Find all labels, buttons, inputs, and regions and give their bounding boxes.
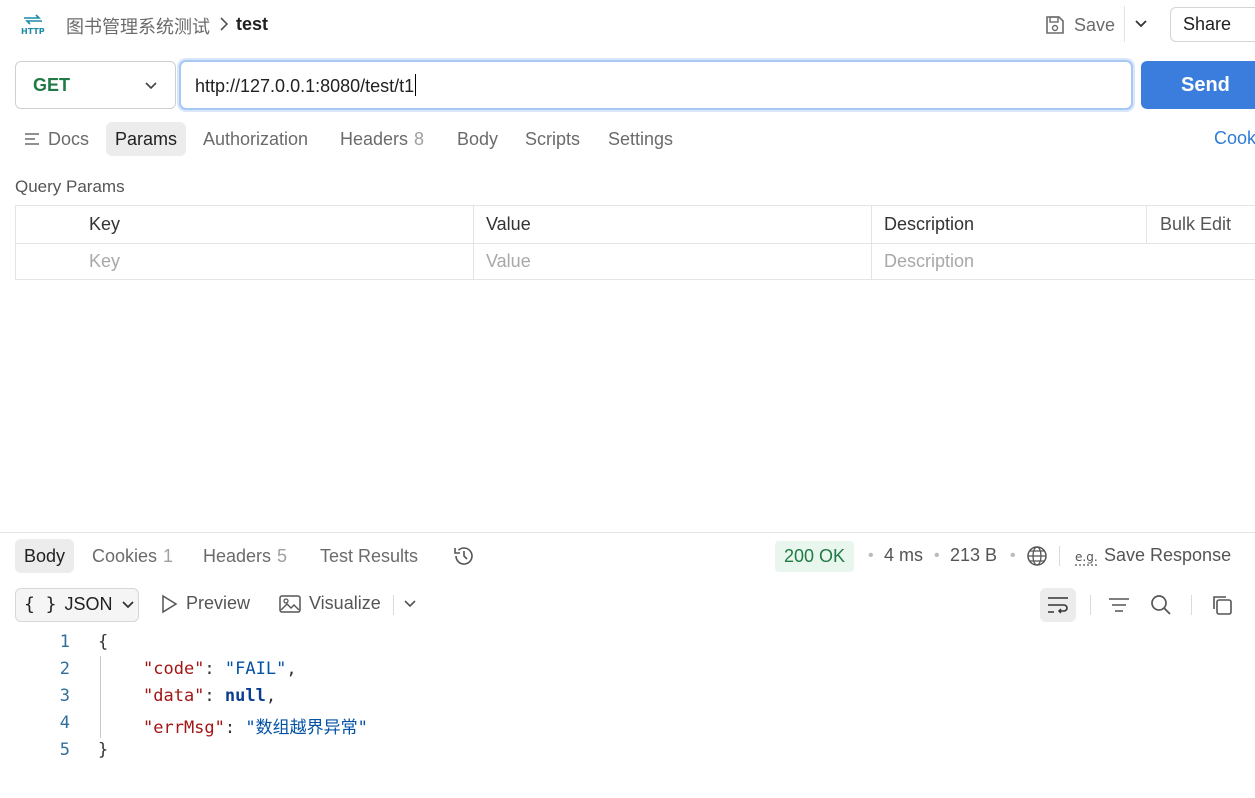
json-value: "FAIL" (224, 659, 287, 679)
json-close-brace: } (98, 740, 109, 760)
search-icon[interactable] (1149, 593, 1173, 617)
save-label: Save (1074, 14, 1116, 35)
query-params-title: Query Params (15, 177, 125, 196)
line-number: 3 (59, 686, 70, 706)
key-input[interactable]: Key (89, 251, 120, 272)
cookies-link[interactable]: Cook (1214, 128, 1255, 149)
braces-icon: { } (24, 594, 57, 615)
breadcrumb-request-name[interactable]: test (236, 14, 268, 35)
response-time[interactable]: 4 ms (884, 545, 923, 566)
visualize-button[interactable]: Visualize (279, 593, 381, 614)
image-icon (279, 594, 301, 614)
save-button[interactable]: Save (1044, 10, 1115, 40)
preview-label: Preview (186, 593, 251, 613)
divider (1090, 595, 1091, 615)
preview-button[interactable]: Preview (160, 593, 250, 614)
tab-body[interactable]: Body (457, 128, 498, 150)
save-response-button[interactable]: Save Response (1104, 545, 1231, 566)
tab-settings[interactable]: Settings (608, 128, 673, 150)
separator-dot: • (934, 547, 940, 564)
tab-scripts[interactable]: Scripts (525, 128, 580, 150)
wrap-lines-icon (1046, 594, 1070, 616)
history-icon[interactable] (452, 544, 476, 568)
url-value: http://127.0.0.1:8080/test/t1 (195, 76, 415, 96)
copy-icon[interactable] (1210, 593, 1234, 617)
svg-text:HTTP: HTTP (21, 27, 45, 36)
json-key: "data" (143, 686, 205, 706)
method-label: GET (33, 75, 71, 95)
response-tab-test-results[interactable]: Test Results (320, 545, 418, 567)
divider (1191, 595, 1192, 615)
chevron-down-icon (121, 598, 135, 612)
separator-dot: • (1010, 547, 1016, 564)
save-icon (1044, 14, 1066, 36)
separator-dot: • (868, 547, 874, 564)
divider (1059, 546, 1060, 566)
divider (393, 595, 394, 615)
response-tab-headers-label: Headers (203, 546, 272, 566)
indent-guide (100, 656, 101, 738)
share-button[interactable]: Share (1170, 7, 1255, 42)
url-input[interactable]: http://127.0.0.1:8080/test/t1 (179, 60, 1133, 110)
globe-icon[interactable] (1026, 545, 1048, 567)
breadcrumb-collection[interactable]: 图书管理系统测试 (66, 13, 210, 39)
response-tab-body[interactable]: Body (15, 539, 75, 573)
column-divider (1146, 206, 1147, 243)
status-badge[interactable]: 200 OK (775, 541, 855, 572)
json-key: "errMsg" (143, 718, 225, 738)
send-button[interactable]: Send (1141, 61, 1255, 109)
tab-headers-label: Headers (340, 129, 409, 149)
divider (1124, 6, 1125, 42)
column-header-key: Key (89, 214, 121, 234)
line-number: 4 (59, 713, 70, 733)
response-tab-headers[interactable]: Headers 5 (203, 545, 287, 567)
query-params-table: Key Value Description Bulk Edit Key Valu… (15, 205, 1255, 280)
response-tab-cookies[interactable]: Cookies 1 (92, 545, 173, 567)
line-number: 1 (59, 632, 70, 652)
format-label: JSON (64, 594, 113, 614)
description-input[interactable]: Description (884, 251, 974, 272)
bulk-edit-button[interactable]: Bulk Edit (1160, 214, 1231, 235)
format-select[interactable]: { } JSON (15, 588, 139, 622)
visualize-options-chevron-icon[interactable] (403, 597, 417, 611)
line-number: 2 (59, 659, 70, 679)
line-number: 5 (59, 740, 70, 760)
json-line: "errMsg": "数组越界异常" (143, 718, 368, 738)
response-tab-headers-count: 5 (277, 546, 288, 566)
docs-icon (24, 131, 40, 147)
tab-params[interactable]: Params (106, 122, 187, 156)
value-input[interactable]: Value (486, 251, 531, 272)
json-open-brace: { (98, 632, 109, 652)
tab-docs[interactable]: Docs (48, 128, 89, 150)
example-icon: e.g. (1074, 547, 1098, 567)
chevron-down-icon (143, 78, 159, 94)
tab-headers-count: 8 (414, 129, 425, 149)
filter-icon[interactable] (1107, 594, 1131, 616)
response-tab-cookies-count: 1 (163, 546, 174, 566)
json-key: "code" (143, 659, 205, 679)
chevron-right-icon (218, 16, 230, 32)
column-header-value: Value (486, 214, 531, 234)
column-header-description: Description (884, 214, 975, 234)
save-options-chevron-icon[interactable] (1133, 16, 1149, 32)
svg-text:e.g.: e.g. (1075, 550, 1098, 564)
column-divider (473, 206, 474, 279)
method-select[interactable]: GET (15, 61, 176, 109)
visualize-label: Visualize (309, 593, 381, 613)
json-value: "数组越界异常" (245, 718, 368, 738)
tab-authorization[interactable]: Authorization (203, 128, 308, 150)
response-divider[interactable] (0, 532, 1255, 533)
json-value: null (224, 686, 266, 706)
column-divider (871, 206, 872, 279)
json-line: "data": null, (143, 686, 277, 706)
json-line: "code": "FAIL", (143, 659, 297, 679)
text-cursor (415, 74, 417, 96)
play-icon (160, 594, 178, 614)
response-size[interactable]: 213 B (950, 545, 997, 566)
row-divider (16, 243, 1255, 244)
http-request-icon: HTTP (20, 12, 46, 38)
response-tab-cookies-label: Cookies (92, 546, 158, 566)
wrap-lines-button[interactable] (1040, 588, 1076, 622)
tab-headers[interactable]: Headers 8 (340, 128, 424, 150)
